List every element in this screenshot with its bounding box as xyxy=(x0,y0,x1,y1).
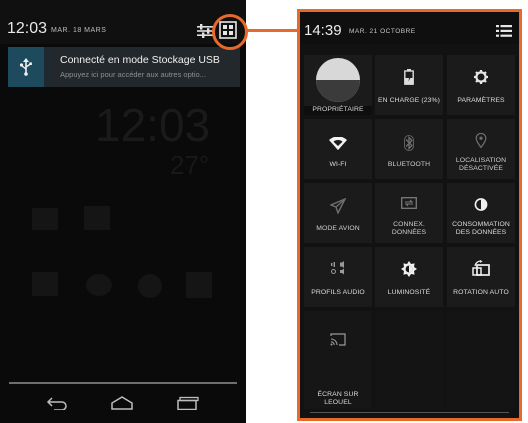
tile-label: CONNEX. xyxy=(393,221,425,228)
back-icon[interactable] xyxy=(46,396,68,415)
status-date: MAR. 21 OCTOBRE xyxy=(349,28,416,35)
tile-data-connection[interactable]: CONNEX. DONNÉES xyxy=(375,183,443,243)
battery-charging-icon xyxy=(404,69,414,85)
background-app-icon xyxy=(32,272,58,296)
tile-label: WI-FI xyxy=(329,161,347,168)
tile-audio-profiles[interactable]: PROFILS AUDIO xyxy=(304,247,372,307)
bluetooth-icon xyxy=(404,135,414,151)
tile-empty xyxy=(447,311,515,409)
tile-settings[interactable]: PARAMÈTRES xyxy=(447,55,515,115)
notification-body[interactable]: Connecté en mode Stockage USB Appuyez ic… xyxy=(52,47,240,87)
tile-label: MODE AVION xyxy=(316,225,360,232)
tile-label-line2: DONNÉES xyxy=(391,229,427,236)
background-app-icon xyxy=(32,208,58,230)
tile-cast-screen[interactable]: ÉCRAN SUR LEOUEL xyxy=(304,311,372,409)
background-app-icon xyxy=(86,274,112,296)
tile-label: PROFILS AUDIO xyxy=(311,289,365,296)
tile-auto-rotate[interactable]: ROTATION AUTO xyxy=(447,247,515,307)
background-temperature: 27° xyxy=(170,150,210,180)
tile-label-line2: DES DONNÉES xyxy=(455,229,507,236)
location-icon xyxy=(475,133,487,148)
notification-subtitle: Appuyez ici pour accéder aux autres opti… xyxy=(60,70,206,79)
cast-screen-icon xyxy=(330,333,346,346)
tile-label: LOCALISATION xyxy=(455,157,507,164)
tile-battery[interactable]: EN CHARGE (23%) xyxy=(375,55,443,115)
tile-location[interactable]: LOCALISATION DÉSACTIVÉE xyxy=(447,119,515,179)
gear-icon xyxy=(474,70,488,84)
notifications-list-icon[interactable] xyxy=(496,24,512,42)
tile-airplane-mode[interactable]: MODE AVION xyxy=(304,183,372,243)
settings-sliders-icon[interactable] xyxy=(197,24,213,43)
tile-wifi[interactable]: WI-FI xyxy=(304,119,372,179)
tile-empty xyxy=(375,311,443,409)
tile-label: ÉCRAN SUR xyxy=(317,391,359,398)
tile-label: ROTATION AUTO xyxy=(453,289,509,296)
quick-settings-panel: 14:39 MAR. 21 OCTOBRE PROPRIÉTAIRE EN CH… xyxy=(297,9,522,421)
audio-profiles-icon xyxy=(331,261,344,275)
status-time: 12:03 xyxy=(7,20,48,37)
tile-owner[interactable]: PROPRIÉTAIRE xyxy=(304,55,372,115)
status-time: 14:39 xyxy=(304,22,342,39)
status-date: MAR. 18 MARS xyxy=(51,27,107,34)
tile-label: LUMINOSITÉ xyxy=(387,289,431,296)
background-app-icon xyxy=(84,206,110,230)
quick-settings-header: 14:39 MAR. 21 OCTOBRE xyxy=(300,12,519,44)
background-clock: 12:03 xyxy=(95,99,211,151)
home-icon[interactable] xyxy=(110,396,134,415)
background-app-icon xyxy=(186,272,212,298)
tile-label: EN CHARGE (23%) xyxy=(378,97,440,104)
usb-notification[interactable]: Connecté en mode Stockage USB Appuyez ic… xyxy=(8,47,240,87)
tile-label: PROPRIÉTAIRE xyxy=(304,106,372,115)
tile-label-line2: DÉSACTIVÉE xyxy=(458,165,504,172)
auto-rotate-icon xyxy=(472,260,490,276)
tile-label: CONSOMMATION xyxy=(452,221,510,228)
data-connection-icon xyxy=(401,197,417,209)
airplane-icon xyxy=(330,198,346,214)
wifi-icon xyxy=(329,137,347,150)
panel-bottom-divider xyxy=(310,412,509,413)
status-bar[interactable]: 12:03 MAR. 18 MARS xyxy=(0,0,246,44)
tile-label-line2: LEOUEL xyxy=(324,399,352,406)
background-app-icon xyxy=(138,274,162,298)
dock-divider xyxy=(9,382,237,384)
highlight-circle xyxy=(212,14,248,50)
tile-bluetooth[interactable]: BLUETOOTH xyxy=(375,119,443,179)
usb-icon xyxy=(8,47,44,87)
data-usage-icon xyxy=(474,198,488,211)
tile-label: PARAMÈTRES xyxy=(457,97,505,104)
tile-data-usage[interactable]: CONSOMMATION DES DONNÉES xyxy=(447,183,515,243)
notification-title: Connecté en mode Stockage USB xyxy=(60,54,220,66)
callout-connector xyxy=(246,29,298,32)
brightness-icon xyxy=(401,261,417,277)
avatar-icon xyxy=(316,58,360,102)
left-phone-screen: 12:03 MAR. 18 MARS Connecté en mode Stoc… xyxy=(0,0,246,423)
tile-brightness[interactable]: LUMINOSITÉ xyxy=(375,247,443,307)
recents-icon[interactable] xyxy=(177,396,199,415)
tile-label: BLUETOOTH xyxy=(387,161,431,168)
